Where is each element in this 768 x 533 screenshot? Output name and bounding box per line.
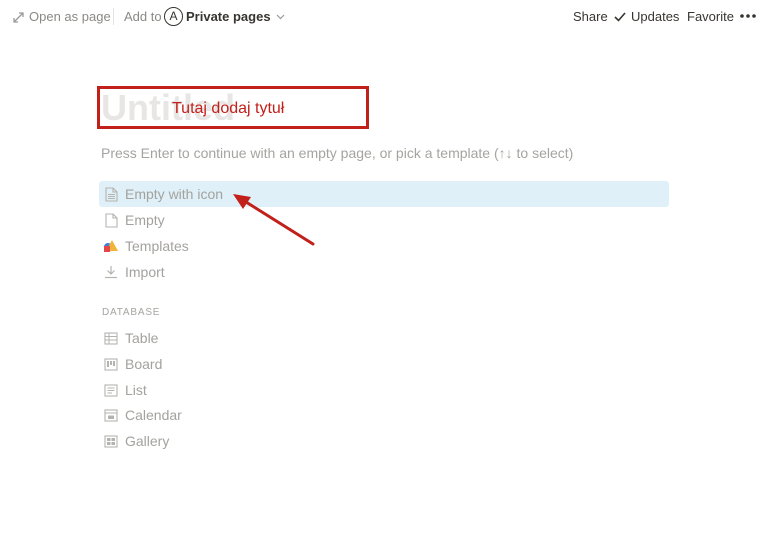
annotation-arrow bbox=[233, 194, 315, 246]
